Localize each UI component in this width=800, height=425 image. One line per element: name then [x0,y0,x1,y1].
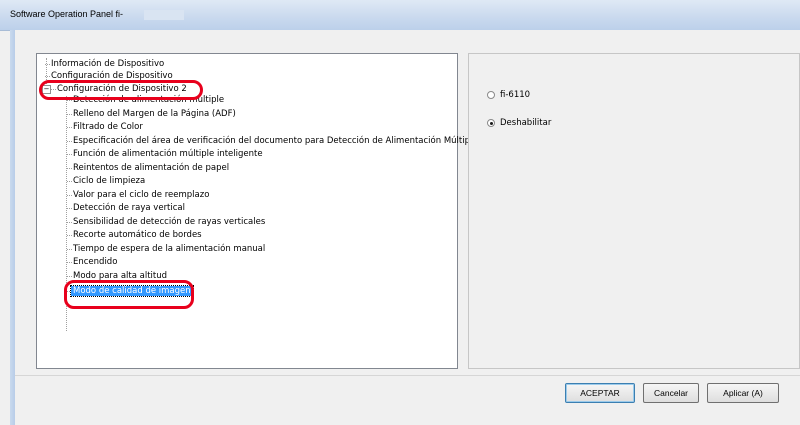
window: Software Operation Panel fi- Información… [0,0,800,425]
tree-item-pick-retry[interactable]: Reintentos de alimentación de papel [66,162,230,174]
options-panel: fi-6110 Deshabilitar [468,53,800,369]
tree-item-label: Especificación del área de verificación … [73,136,478,146]
tree-item-dropout-color[interactable]: Filtrado de Color [67,121,143,133]
tree-item-intelligent-multifeed[interactable]: Función de alimentación múltiple intelig… [67,148,263,160]
tree-item-streak-sensitivity[interactable]: Sensibilidad de detección de rayas verti… [66,216,266,228]
radio-button-selected-icon[interactable] [487,119,495,127]
radio-model-option[interactable]: fi-6110 [487,89,530,101]
title-bar[interactable]: Software Operation Panel fi- [0,0,800,31]
tree-item-label: Sensibilidad de detección de rayas verti… [73,217,266,227]
settings-tree[interactable]: Información de Dispositivo Configuración… [36,53,478,369]
tree-item-label: Reintentos de alimentación de papel [73,163,230,173]
tree-item-label: Relleno del Margen de la Página (ADF) [73,109,236,119]
tree-item-manual-feed-timeout[interactable]: Tiempo de espera de la alimentación manu… [66,243,266,255]
highlight-ring-image-quality [64,280,194,309]
tree-item-label: Recorte automático de bordes [73,230,202,240]
tree-item-replacement-cycle[interactable]: Valor para el ciclo de reemplazo [66,189,210,201]
window-title: Software Operation Panel fi- [10,9,124,19]
radio-label: fi-6110 [500,90,531,100]
radio-label: Deshabilitar [500,118,552,128]
cancel-button[interactable]: Cancelar [643,383,699,403]
radio-disable-option[interactable]: Deshabilitar [487,117,551,129]
tree-item-device-info[interactable]: Información de Dispositivo [44,58,165,70]
tree-item-label: Ciclo de limpieza [73,176,146,186]
radio-button-icon[interactable] [487,91,495,99]
divider [15,375,800,376]
tree-item-label: Tiempo de espera de la alimentación manu… [73,244,266,254]
tree-item-label: Función de alimentación múltiple intelig… [73,149,263,159]
apply-button[interactable]: Aplicar (A) [707,383,779,403]
tree-item-auto-crop[interactable]: Recorte automático de bordes [67,229,202,241]
tree-item-vertical-streak[interactable]: Detección de raya vertical [67,202,185,214]
tree-item-label: Información de Dispositivo [51,59,165,69]
tree-item-label: Encendido [73,257,118,267]
tree-item-label: Filtrado de Color [73,122,143,132]
tree-item-page-edge-filler[interactable]: Relleno del Margen de la Página (ADF) [67,108,236,120]
tree-item-cleaning-cycle[interactable]: Ciclo de limpieza [66,175,146,187]
tree-item-power-on[interactable]: Encendido [66,256,118,268]
ok-button[interactable]: ACEPTAR [565,383,635,403]
tree-item-doc-check-area[interactable]: Especificación del área de verificación … [67,135,478,147]
redacted-model [144,10,184,20]
tree-item-label: Valor para el ciclo de reemplazo [73,190,210,200]
tree-item-label: Detección de raya vertical [73,203,185,213]
highlight-ring-config2 [39,80,203,100]
